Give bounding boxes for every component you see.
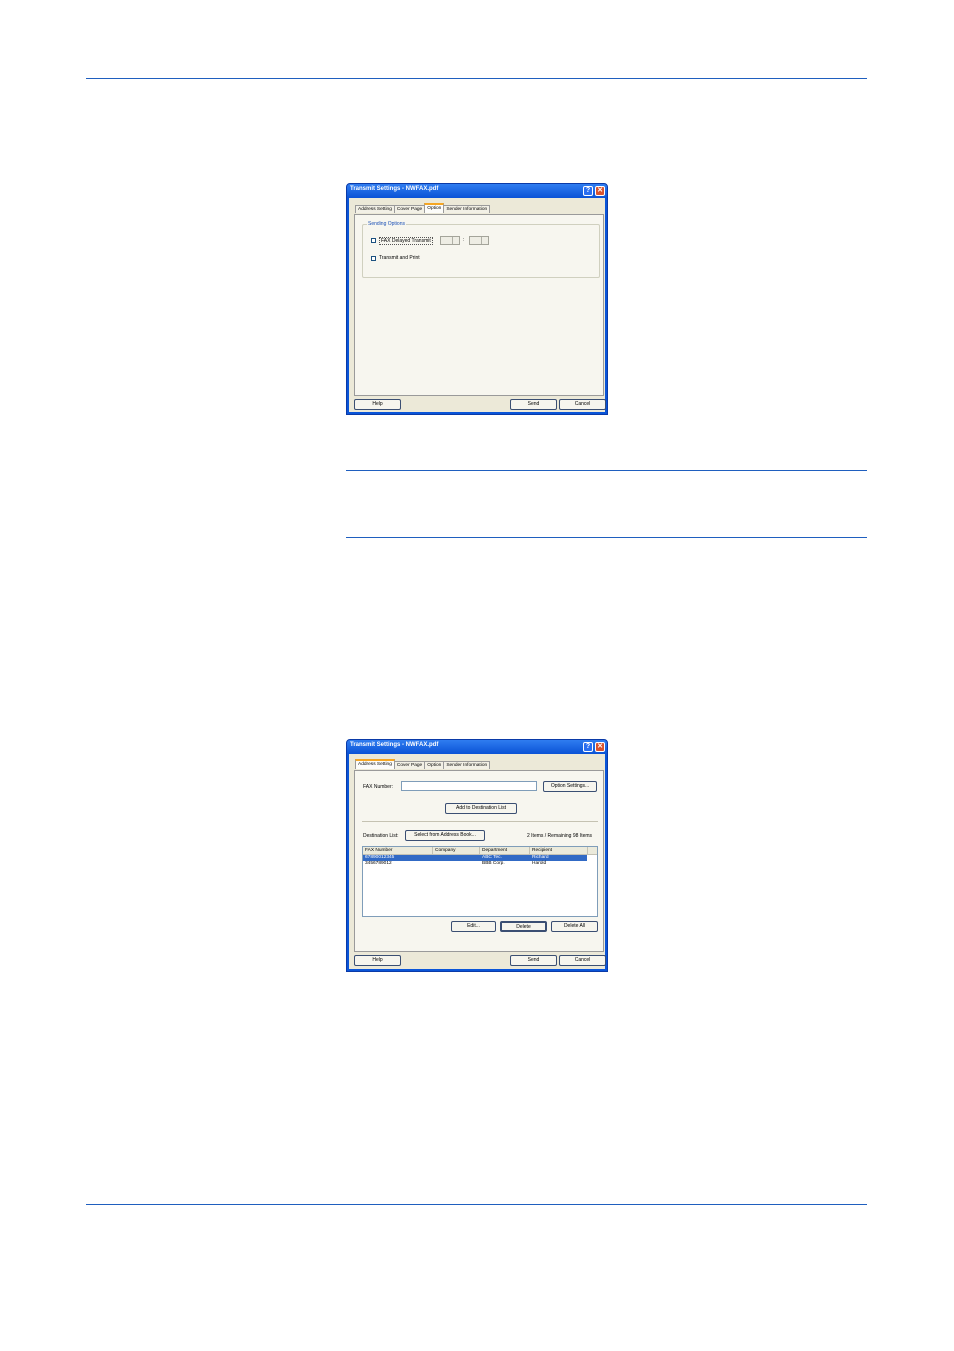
dialog-client: Address Setting Cover Page Option Sender… xyxy=(349,754,606,969)
cancel-button[interactable]: Cancel xyxy=(559,955,606,966)
add-to-destination-list-button[interactable]: Add to Destination List xyxy=(445,803,517,814)
cancel-button[interactable]: Cancel xyxy=(559,399,606,410)
fax-number-label: FAX Number: xyxy=(363,784,394,790)
footer-rule xyxy=(86,1204,867,1205)
table-row[interactable]: 3456789012 BBB Corp. Harold xyxy=(363,861,587,867)
dialog-titlebar: Transmit Settings - NWFAX.pdf ? ✕ xyxy=(347,740,607,754)
close-icon[interactable]: ✕ xyxy=(595,186,605,196)
transmit-and-print-checkbox[interactable] xyxy=(371,256,376,261)
option-settings-button[interactable]: Option Settings... xyxy=(543,781,597,792)
dialog-titlebar: Transmit Settings - NWFAX.pdf ? ✕ xyxy=(347,184,607,198)
fax-number-input[interactable] xyxy=(401,781,537,791)
tab-cover-page[interactable]: Cover Page xyxy=(393,205,426,213)
tab-address-setting[interactable]: Address Setting xyxy=(355,759,395,769)
close-icon[interactable]: ✕ xyxy=(595,742,605,752)
cell-department: BBB Corp. xyxy=(482,861,505,866)
note-rule-bottom xyxy=(346,537,867,538)
destination-list-label: Destination List: xyxy=(363,833,399,839)
tab-option[interactable]: Option xyxy=(424,761,445,769)
send-button[interactable]: Send xyxy=(510,399,557,410)
delayed-transmit-checkbox[interactable] xyxy=(371,238,376,243)
delayed-transmit-label: FAX Delayed Transmit xyxy=(379,237,433,245)
option-tab-page: Sending Options FAX Delayed Transmit : T… xyxy=(354,214,604,396)
separator xyxy=(362,821,598,822)
transmit-settings-dialog-address: Transmit Settings - NWFAX.pdf ? ✕ Addres… xyxy=(346,739,608,972)
group-title: Sending Options xyxy=(367,221,406,227)
sending-options-group: Sending Options FAX Delayed Transmit : T… xyxy=(362,221,600,278)
item-count-text: 2 Items / Remaining 98 Items xyxy=(527,833,593,839)
delete-button[interactable]: Delete xyxy=(500,921,547,932)
cell-recipient: Harold xyxy=(532,861,547,866)
transmit-and-print-label: Transmit and Print xyxy=(379,255,420,261)
select-from-address-book-button[interactable]: Select from Address Book... xyxy=(405,830,485,841)
tab-cover-page[interactable]: Cover Page xyxy=(393,761,426,769)
column-company[interactable]: Company xyxy=(433,847,480,854)
header-rule xyxy=(86,78,867,79)
address-tab-page: FAX Number: Option Settings... Add to De… xyxy=(354,770,604,952)
help-button[interactable]: Help xyxy=(354,399,401,410)
time-separator: : xyxy=(463,237,465,243)
dialog-title: Transmit Settings - NWFAX.pdf xyxy=(350,742,439,748)
transmit-settings-dialog-option: Transmit Settings - NWFAX.pdf ? ✕ Addres… xyxy=(346,183,608,415)
edit-button[interactable]: Edit... xyxy=(451,921,496,932)
tab-option[interactable]: Option xyxy=(424,203,445,213)
column-department[interactable]: Department xyxy=(480,847,530,854)
send-button[interactable]: Send xyxy=(510,955,557,966)
column-recipient[interactable]: Recipient xyxy=(530,847,588,854)
help-icon[interactable]: ? xyxy=(583,742,593,752)
list-header: FAX Number Company Department Recipient xyxy=(363,847,597,855)
tab-sender-information[interactable]: Sender Information xyxy=(443,205,491,213)
cell-fax-number: 3456789012 xyxy=(365,861,392,866)
help-button[interactable]: Help xyxy=(354,955,401,966)
delete-all-button[interactable]: Delete All xyxy=(551,921,598,932)
tab-address-setting[interactable]: Address Setting xyxy=(355,205,395,213)
tab-strip: Address Setting Cover Page Option Sender… xyxy=(355,203,491,214)
help-icon[interactable]: ? xyxy=(583,186,593,196)
tab-strip: Address Setting Cover Page Option Sender… xyxy=(355,759,491,770)
minute-spinner xyxy=(469,236,489,245)
dialog-client: Address Setting Cover Page Option Sender… xyxy=(349,198,606,412)
dialog-title: Transmit Settings - NWFAX.pdf xyxy=(350,186,439,192)
note-rule-top xyxy=(346,470,867,471)
column-fax-number[interactable]: FAX Number xyxy=(363,847,433,854)
destination-list[interactable]: FAX Number Company Department Recipient … xyxy=(362,846,598,917)
hour-spinner xyxy=(440,236,460,245)
tab-sender-information[interactable]: Sender Information xyxy=(443,761,491,769)
